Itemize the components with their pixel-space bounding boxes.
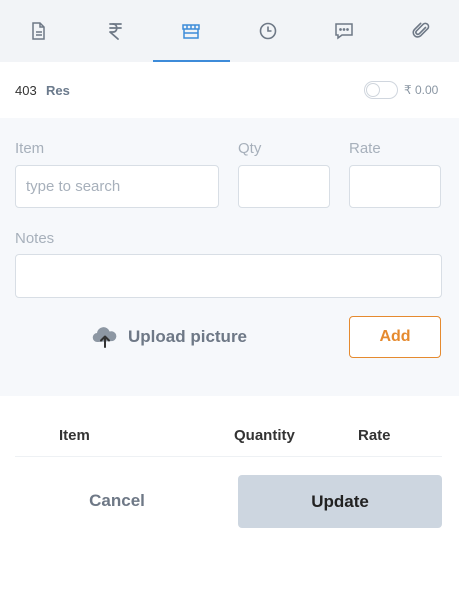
cancel-button[interactable]: Cancel xyxy=(15,475,219,527)
item-search-input[interactable] xyxy=(15,165,219,208)
chat-icon xyxy=(335,23,353,40)
order-type: Res xyxy=(46,83,70,98)
document-icon xyxy=(32,22,45,40)
notes-label: Notes xyxy=(15,230,55,247)
qty-label: Qty xyxy=(238,140,262,157)
order-number: 403 xyxy=(15,83,37,98)
tab-bar xyxy=(0,0,459,62)
upload-picture-label: Upload picture xyxy=(128,327,248,346)
column-header-rate: Rate xyxy=(358,427,391,444)
upload-picture-button[interactable]: Upload picture xyxy=(92,325,247,349)
tab-attachments[interactable] xyxy=(383,0,459,62)
add-item-button[interactable]: Add xyxy=(349,316,441,358)
clock-icon xyxy=(259,22,277,40)
amount-toggle[interactable] xyxy=(364,81,398,99)
tab-history[interactable] xyxy=(230,0,307,62)
paperclip-icon xyxy=(412,22,430,38)
column-header-item: Item xyxy=(59,427,90,444)
rupee-icon xyxy=(108,23,122,40)
notes-input[interactable] xyxy=(15,254,442,298)
table-header-divider xyxy=(15,456,442,457)
store-icon xyxy=(182,24,200,39)
item-label: Item xyxy=(15,140,45,157)
qty-input[interactable] xyxy=(238,165,330,208)
order-amount: ₹ 0.00 xyxy=(404,83,439,97)
column-header-quantity: Quantity xyxy=(234,427,295,444)
tab-messages[interactable] xyxy=(306,0,383,62)
rate-input[interactable] xyxy=(349,165,441,208)
tab-payment[interactable] xyxy=(77,0,154,62)
update-button[interactable]: Update xyxy=(238,475,442,528)
tab-details[interactable] xyxy=(0,0,77,62)
rate-label: Rate xyxy=(349,140,381,157)
cloud-upload-icon xyxy=(92,327,117,348)
toggle-knob xyxy=(366,83,380,97)
tab-items[interactable] xyxy=(153,0,230,62)
